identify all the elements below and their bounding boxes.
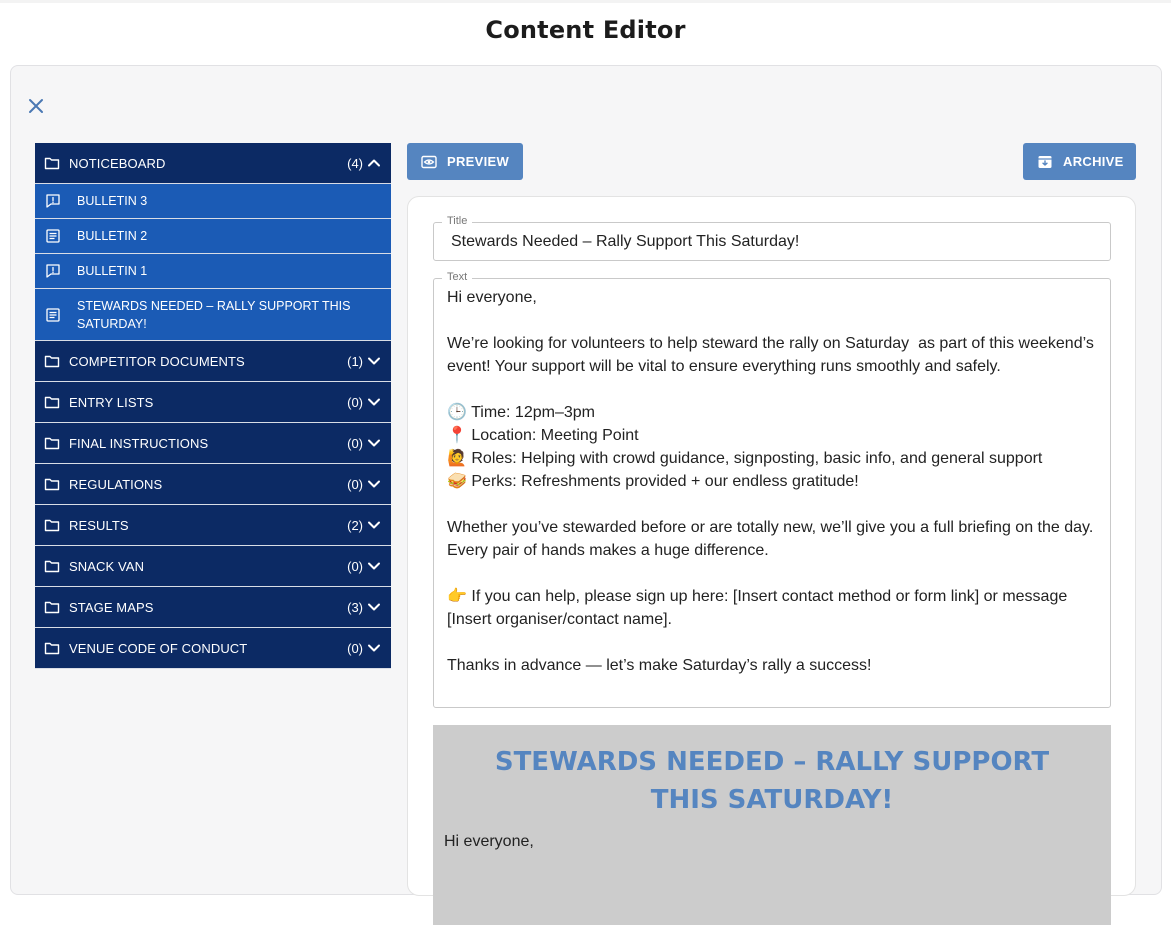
content-preview: STEWARDS NEEDED – RALLY SUPPORT THIS SAT… bbox=[433, 725, 1111, 925]
text-area[interactable]: Hi everyone, We’re looking for volunteer… bbox=[434, 279, 1110, 684]
folder-results[interactable]: RESULTS (2) bbox=[35, 505, 391, 546]
folder-label: NOTICEBOARD bbox=[69, 155, 166, 171]
chevron-down-icon[interactable] bbox=[367, 436, 381, 450]
editor-card: Title Text Hi everyone, We’re looking fo… bbox=[407, 196, 1136, 925]
archive-label: ARCHIVE bbox=[1063, 154, 1124, 169]
folder-label: FINAL INSTRUCTIONS bbox=[69, 435, 209, 451]
folder-count: (2) bbox=[347, 517, 363, 533]
title-legend: Title bbox=[442, 215, 473, 227]
item-stewards-needed[interactable]: STEWARDS NEEDED – RALLY SUPPORT THIS SAT… bbox=[35, 289, 391, 341]
comment-icon bbox=[45, 193, 61, 209]
chevron-down-icon[interactable] bbox=[367, 477, 381, 491]
preview-button[interactable]: PREVIEW bbox=[407, 143, 524, 180]
folder-icon bbox=[44, 155, 62, 171]
folder-label: RESULTS bbox=[69, 517, 129, 533]
folder-count: (0) bbox=[347, 640, 363, 656]
item-bulletin-1[interactable]: BULLETIN 1 bbox=[35, 254, 391, 289]
folder-count: (1) bbox=[347, 353, 363, 369]
text-legend: Text bbox=[442, 271, 473, 283]
folder-snack-van[interactable]: SNACK VAN (0) bbox=[35, 546, 391, 587]
folder-final-instructions[interactable]: FINAL INSTRUCTIONS (0) bbox=[35, 423, 391, 464]
folder-regulations[interactable]: REGULATIONS (0) bbox=[35, 464, 391, 505]
chevron-down-icon[interactable] bbox=[367, 518, 381, 532]
folder-icon bbox=[44, 640, 62, 656]
preview-text: Hi everyone, bbox=[444, 833, 534, 850]
top-strip bbox=[0, 0, 1171, 3]
archive-button[interactable]: ARCHIVE bbox=[1023, 143, 1136, 180]
folder-icon bbox=[44, 476, 62, 492]
folder-count: (0) bbox=[347, 558, 363, 574]
folder-icon bbox=[44, 435, 62, 451]
folder-stage-maps[interactable]: STAGE MAPS (3) bbox=[35, 587, 391, 628]
page-title: Content Editor bbox=[485, 16, 686, 44]
folder-count: (3) bbox=[347, 599, 363, 615]
folder-icon bbox=[44, 517, 62, 533]
folder-label: SNACK VAN bbox=[69, 558, 145, 574]
folder-entry-lists[interactable]: ENTRY LISTS (0) bbox=[35, 382, 391, 423]
item-label: BULLETIN 3 bbox=[77, 194, 148, 208]
folder-count: (4) bbox=[347, 155, 363, 171]
chevron-down-icon[interactable] bbox=[367, 395, 381, 409]
title-input[interactable] bbox=[434, 223, 1110, 260]
title-field[interactable]: Title bbox=[433, 215, 1111, 261]
article-icon bbox=[45, 307, 61, 323]
folder-icon bbox=[44, 558, 62, 574]
folder-venue-code-of-conduct[interactable]: VENUE CODE OF CONDUCT (0) bbox=[35, 628, 391, 669]
item-label: BULLETIN 2 bbox=[77, 229, 148, 243]
preview-label: PREVIEW bbox=[447, 154, 510, 169]
text-field[interactable]: Text Hi everyone, We’re looking for volu… bbox=[433, 271, 1111, 708]
folder-label: VENUE CODE OF CONDUCT bbox=[69, 640, 248, 656]
eye-icon bbox=[421, 154, 437, 170]
folder-icon bbox=[44, 394, 62, 410]
folder-competitor-documents[interactable]: COMPETITOR DOCUMENTS (1) bbox=[35, 341, 391, 382]
chevron-down-icon[interactable] bbox=[367, 559, 381, 573]
item-label: BULLETIN 1 bbox=[77, 264, 148, 278]
close-button[interactable] bbox=[26, 96, 46, 116]
sidebar: NOTICEBOARD (4) BULLETIN 3 BULLETIN 2 BU… bbox=[35, 143, 391, 669]
folder-label: STAGE MAPS bbox=[69, 599, 154, 615]
folder-icon bbox=[44, 353, 62, 369]
chevron-down-icon[interactable] bbox=[367, 600, 381, 614]
chevron-down-icon[interactable] bbox=[367, 354, 381, 368]
chevron-down-icon[interactable] bbox=[367, 641, 381, 655]
archive-icon bbox=[1037, 154, 1053, 170]
folder-label: COMPETITOR DOCUMENTS bbox=[69, 353, 245, 369]
chevron-up-icon[interactable] bbox=[367, 156, 381, 170]
folder-count: (0) bbox=[347, 476, 363, 492]
preview-title: STEWARDS NEEDED – RALLY SUPPORT THIS SAT… bbox=[494, 747, 1050, 815]
close-icon bbox=[29, 99, 43, 113]
folder-noticeboard[interactable]: NOTICEBOARD (4) bbox=[35, 143, 391, 184]
item-bulletin-3[interactable]: BULLETIN 3 bbox=[35, 184, 391, 219]
article-icon bbox=[45, 228, 61, 244]
folder-label: ENTRY LISTS bbox=[69, 394, 154, 410]
folder-label: REGULATIONS bbox=[69, 476, 163, 492]
folder-count: (0) bbox=[347, 435, 363, 451]
folder-count: (0) bbox=[347, 394, 363, 410]
folder-icon bbox=[44, 599, 62, 615]
item-label: STEWARDS NEEDED – RALLY SUPPORT THIS SAT… bbox=[77, 298, 351, 331]
comment-icon bbox=[45, 263, 61, 279]
item-bulletin-2[interactable]: BULLETIN 2 bbox=[35, 219, 391, 254]
